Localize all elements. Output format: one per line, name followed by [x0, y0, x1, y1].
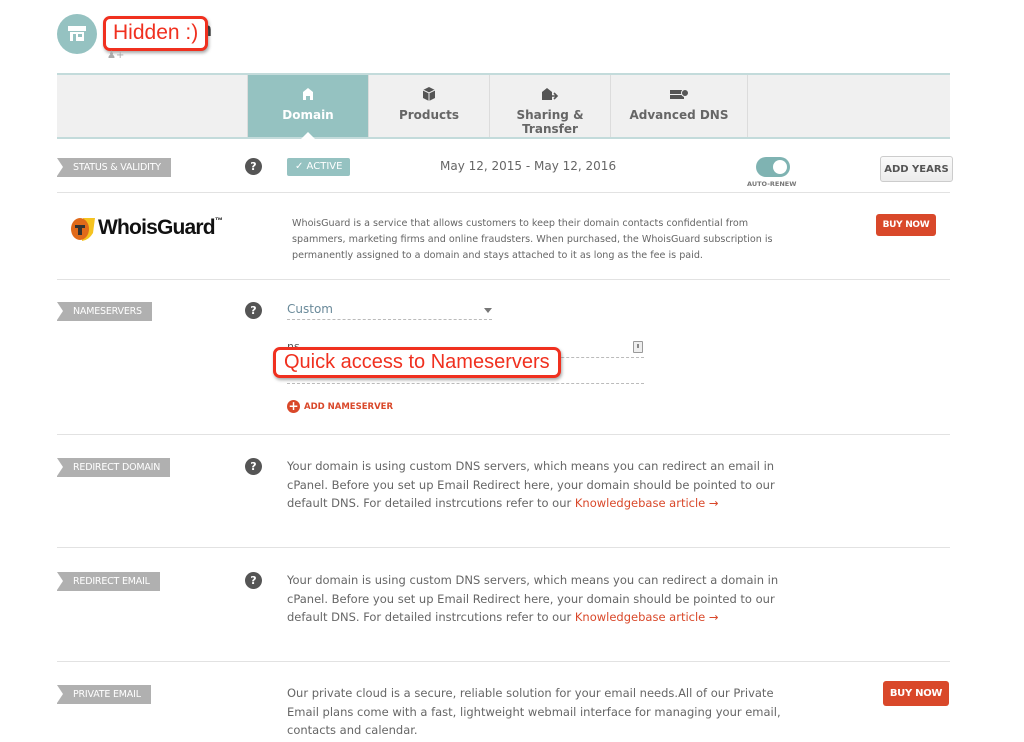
- plus-icon: +: [287, 399, 300, 413]
- redirect-email-description: Your domain is using custom DNS servers,…: [287, 571, 787, 627]
- server-icon: [670, 89, 689, 99]
- help-icon[interactable]: ?: [245, 158, 262, 175]
- section-label-status: STATUS & VALIDITY: [57, 158, 171, 177]
- auto-renew-toggle[interactable]: [756, 157, 790, 177]
- knowledgebase-link[interactable]: Knowledgebase article →: [575, 496, 719, 510]
- tab-products[interactable]: Products: [368, 75, 489, 137]
- divider: [57, 547, 950, 548]
- help-icon[interactable]: ?: [245, 302, 262, 319]
- box-icon: [422, 87, 436, 101]
- whoisguard-description: WhoisGuard is a service that allows cust…: [292, 218, 773, 261]
- add-user-icon[interactable]: ♟+: [107, 50, 124, 61]
- section-label-redirect-domain: REDIRECT DOMAIN: [57, 458, 171, 477]
- divider: [57, 192, 950, 193]
- lock-icon[interactable]: [633, 341, 643, 353]
- nameservers-annotation: Quick access to Nameservers: [273, 347, 561, 378]
- private-email-description: Our private cloud is a secure, reliable …: [287, 686, 781, 737]
- section-label-redirect-email: REDIRECT EMAIL: [57, 572, 160, 591]
- tab-label: Products: [398, 108, 460, 122]
- tab-sharing-transfer[interactable]: Sharing & Transfer: [489, 75, 610, 137]
- nameserver-type-value: Custom: [287, 302, 333, 316]
- section-label-nameservers: NAMESERVERS: [57, 302, 152, 321]
- house-transfer-icon: [542, 88, 559, 100]
- help-icon[interactable]: ?: [245, 572, 262, 589]
- domain-logo: [57, 14, 97, 54]
- tab-bar: Domain Products Sharing & Transfer Advan…: [57, 73, 950, 139]
- home-icon: [303, 88, 313, 100]
- chevron-down-icon: [484, 308, 492, 313]
- help-icon[interactable]: ?: [245, 458, 262, 475]
- toggle-knob: [773, 160, 787, 174]
- status-badge: ✓ ACTIVE: [287, 158, 351, 176]
- private-email-buy-now-button[interactable]: BUY NOW: [883, 681, 949, 706]
- trademark: ™: [214, 216, 223, 225]
- tab-label: Domain: [282, 108, 334, 122]
- section-label-private-email: PRIVATE EMAIL: [57, 685, 151, 704]
- tab-advanced-dns[interactable]: Advanced DNS: [610, 75, 748, 137]
- divider: [57, 661, 950, 662]
- tab-label: Advanced DNS: [629, 108, 729, 122]
- divider: [57, 279, 950, 280]
- nameserver-type-select[interactable]: Custom: [287, 302, 492, 320]
- divider: [57, 434, 950, 435]
- store-icon: [68, 26, 86, 41]
- add-nameserver-label: ADD NAMESERVER: [304, 402, 394, 412]
- validity-dates: May 12, 2015 - May 12, 2016: [440, 159, 617, 173]
- tab-domain[interactable]: Domain: [247, 75, 368, 139]
- whoisguard-logo-text: WhoisGuard: [98, 216, 216, 239]
- hidden-annotation: Hidden :): [103, 16, 209, 51]
- add-years-button[interactable]: ADD YEARS: [880, 156, 953, 182]
- knowledgebase-link[interactable]: Knowledgebase article →: [575, 610, 719, 624]
- add-nameserver-button[interactable]: + ADD NAMESERVER: [287, 400, 393, 413]
- redirect-domain-description: Your domain is using custom DNS servers,…: [287, 457, 787, 513]
- tab-label: Sharing & Transfer: [516, 108, 584, 136]
- whoisguard-buy-now-button[interactable]: BUY NOW: [876, 214, 936, 236]
- shield-helmet-icon: [71, 218, 95, 241]
- auto-renew-label: AUTO-RENEW: [747, 180, 797, 188]
